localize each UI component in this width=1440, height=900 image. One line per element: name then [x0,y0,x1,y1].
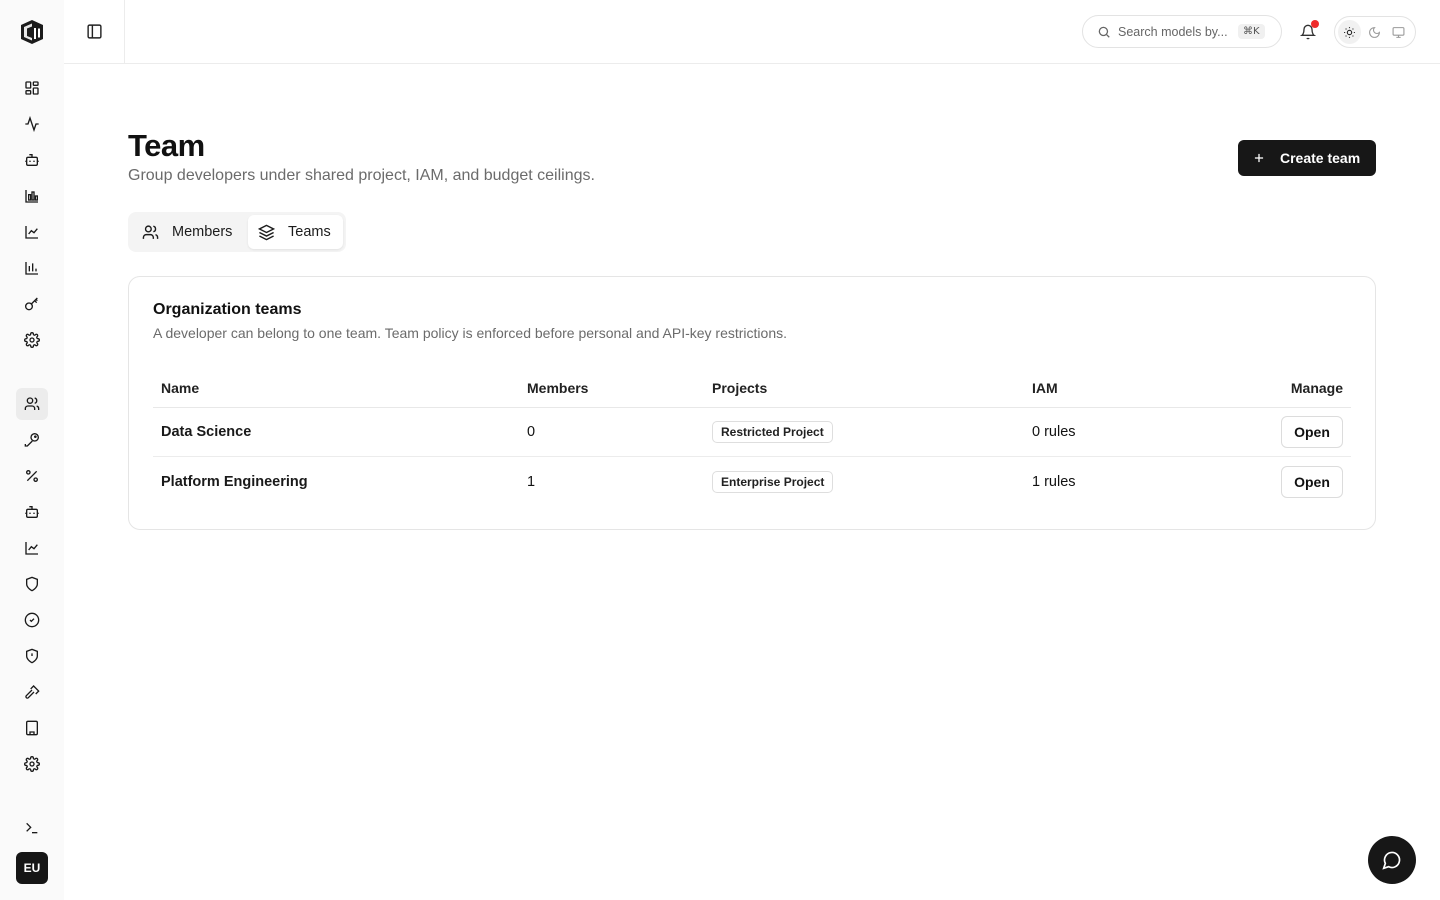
plus-icon [1254,153,1264,163]
search-icon [1098,26,1110,38]
bar-chart-icon [25,190,38,203]
bot-icon [25,154,39,166]
tab-list: Members Teams [128,212,346,252]
sidebar-item-trends[interactable] [16,216,48,248]
table-row[interactable]: Platform Engineering 1 Enterprise Projec… [153,457,1351,506]
sidebar-item-columns[interactable] [16,252,48,284]
project-badge: Enterprise Project [712,470,834,493]
stacked-blocks-logo-icon[interactable] [19,19,45,45]
theme-system-button[interactable] [1387,20,1410,44]
percent-icon [26,470,38,482]
theme-dark-button[interactable] [1363,20,1386,44]
sidebar-item-activity[interactable] [16,108,48,140]
key-icon [25,297,38,311]
settings-icon [24,332,40,348]
page-subtitle: Group developers under shared project, I… [128,167,595,184]
sidebar-item-bots[interactable] [16,144,48,176]
settings-icon [24,756,40,772]
notification-dot [1311,20,1319,28]
chat-button[interactable] [1368,836,1416,884]
building-icon [26,720,38,736]
top-header: ⌘K [64,0,1440,64]
sidebar-item-security[interactable] [16,568,48,600]
theme-light-button[interactable] [1338,20,1361,44]
terminal-icon [26,822,38,834]
sidebar-item-dashboard[interactable] [16,72,48,104]
project-badge: Restricted Project [712,421,833,443]
open-team-button[interactable]: Open [1281,465,1343,498]
column-chart-icon [25,262,38,275]
hammer-icon [25,685,40,699]
key-round-icon [24,433,39,447]
team-name: Data Science [161,424,252,440]
sidebar-item-api-keys[interactable] [16,424,48,456]
users-icon [24,397,40,410]
search-box[interactable]: ⌘K [1082,15,1282,48]
sidebar-item-tools[interactable] [16,676,48,708]
sidebar-item-bar-chart[interactable] [16,180,48,212]
teams-table: Name Members Projects IAM Manage Data Sc… [153,368,1351,506]
layers-icon [258,224,275,240]
tab-teams[interactable]: Teams [248,215,343,249]
search-input[interactable] [1118,24,1234,39]
notifications-button[interactable] [1296,20,1320,44]
tab-members-label: Members [172,224,233,240]
create-team-button[interactable]: Create team [1238,140,1376,176]
bot-icon [25,506,39,518]
search-shortcut-badge: ⌘K [1238,24,1265,39]
column-header-iam[interactable]: IAM [1032,380,1058,396]
moon-icon [1368,26,1380,38]
sidebar-item-team[interactable] [16,388,48,420]
team-iam-rules: 0 rules [1032,424,1076,440]
activity-icon [25,116,39,132]
sun-icon [1343,26,1355,38]
tab-teams-label: Teams [288,224,331,240]
dashboard-icon [25,81,39,95]
avatar[interactable]: EU [16,852,48,884]
card-title: Organization teams [153,301,302,318]
column-header-name[interactable]: Name [161,380,199,396]
team-member-count: 1 [527,473,536,490]
team-iam-rules: 1 rules [1032,473,1076,490]
users-icon [142,224,159,239]
sidebar-toggle-button[interactable] [64,0,125,63]
team-member-count: 0 [527,424,536,440]
sidebar-item-preferences[interactable] [16,748,48,780]
sidebar-item-settings[interactable] [16,324,48,356]
sidebar-item-approvals[interactable] [16,604,48,636]
panel-left-icon [86,24,102,39]
line-chart-icon [25,542,38,555]
tab-members[interactable]: Members [131,215,248,249]
sidebar-item-policies[interactable] [16,640,48,672]
sidebar-item-analytics[interactable] [16,532,48,564]
sidebar-item-keys[interactable] [16,288,48,320]
column-header-manage: Manage [1290,379,1343,396]
column-header-members[interactable]: Members [527,380,588,396]
shield-alert-icon [26,648,38,664]
monitor-icon [1392,26,1405,38]
sidebar-item-agents[interactable] [16,496,48,528]
open-team-button[interactable]: Open [1281,416,1343,448]
organization-teams-card: Organization teams A developer can belon… [128,276,1376,530]
sidebar: EU [0,0,64,900]
shield-icon [26,576,38,592]
column-header-projects[interactable]: Projects [712,380,767,396]
create-team-label: Create team [1280,150,1361,166]
table-header: Name Members Projects IAM Manage [153,368,1351,408]
table-row[interactable]: Data Science 0 Restricted Project 0 rule… [153,408,1351,457]
theme-switcher [1334,16,1416,48]
sidebar-item-rates[interactable] [16,460,48,492]
check-circle-icon [24,612,40,628]
team-name: Platform Engineering [161,473,308,490]
page-title: Team [128,128,205,163]
message-circle-icon [1382,851,1401,870]
line-chart-icon [25,226,38,239]
card-description: A developer can belong to one team. Team… [153,325,787,341]
sidebar-item-terminal[interactable] [16,812,48,844]
sidebar-item-organization[interactable] [16,712,48,744]
